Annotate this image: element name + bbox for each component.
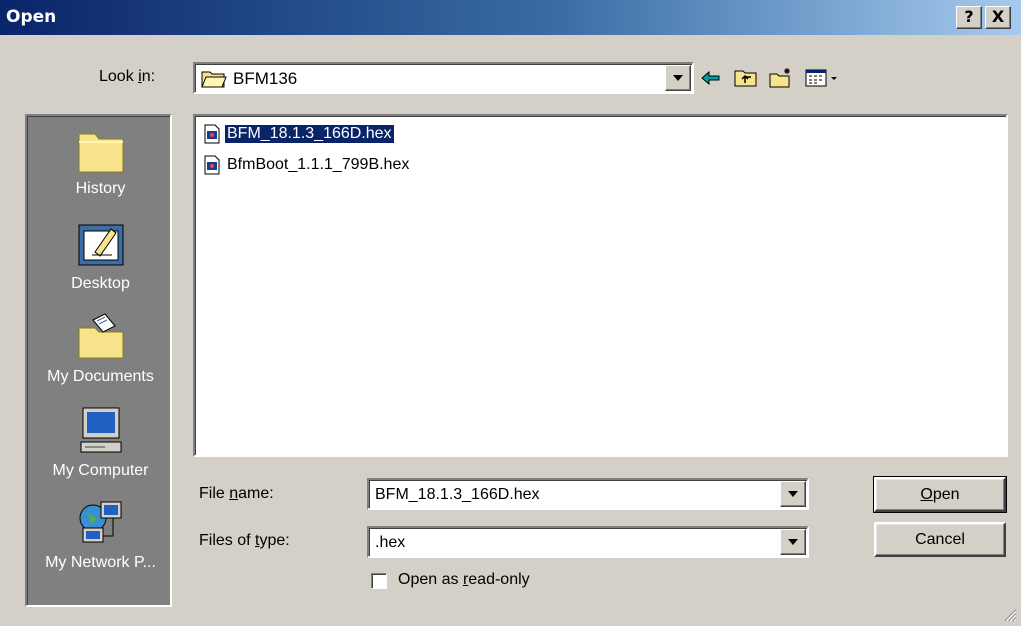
- read-only-checkbox[interactable]: [371, 573, 387, 589]
- window-title: Open: [6, 7, 57, 27]
- file-name-label-key: n: [229, 485, 239, 502]
- place-my-documents-label: My Documents: [47, 368, 154, 385]
- cancel-button[interactable]: Cancel: [874, 522, 1006, 557]
- help-button-label: ?: [964, 7, 974, 26]
- read-only-label-pre: Open as: [398, 571, 463, 588]
- place-my-network-places-label: My Network P...: [45, 554, 156, 571]
- read-only-label[interactable]: Open as read-only: [398, 571, 530, 589]
- file-item-label: BFM_18.1.3_166D.hex: [224, 124, 395, 144]
- file-list[interactable]: BFM_18.1.3_166D.hex BfmBoot_1.1.1_799B.h…: [193, 114, 1008, 457]
- place-desktop[interactable]: Desktop: [27, 219, 174, 293]
- place-my-computer-label: My Computer: [52, 462, 149, 479]
- network-places-icon: [79, 501, 121, 543]
- back-arrow-icon[interactable]: [698, 66, 724, 90]
- look-in-combo[interactable]: BFM136: [193, 62, 694, 94]
- read-only-label-post: ead-only: [468, 571, 530, 588]
- places-bar: History Desktop My Documents My Computer: [25, 114, 172, 607]
- file-name-label-post: ame:: [238, 485, 274, 502]
- look-in-label-pre: Look: [99, 68, 139, 85]
- history-folder-icon: [78, 133, 123, 173]
- file-name-input[interactable]: BFM_18.1.3_166D.hex: [375, 486, 540, 504]
- my-computer-icon: [80, 407, 121, 453]
- file-name-combo[interactable]: BFM_18.1.3_166D.hex: [367, 478, 809, 510]
- look-in-dropdown-button[interactable]: [665, 65, 691, 91]
- open-button-label: pen: [932, 486, 960, 503]
- place-history-label: History: [75, 180, 126, 197]
- hex-file-icon: [204, 155, 220, 175]
- file-item-label: BfmBoot_1.1.1_799B.hex: [227, 156, 410, 173]
- desktop-icon: [78, 224, 123, 266]
- open-button[interactable]: Open: [873, 476, 1007, 513]
- place-my-network-places[interactable]: My Network P...: [27, 498, 174, 572]
- close-button-label: X: [991, 7, 1005, 26]
- open-button-key: O: [920, 486, 933, 503]
- file-name-dropdown-button[interactable]: [780, 481, 806, 507]
- title-bar[interactable]: Open ? X: [0, 0, 1021, 35]
- hex-file-icon: [204, 124, 220, 144]
- file-item[interactable]: BfmBoot_1.1.1_799B.hex: [203, 154, 411, 176]
- view-menu-icon[interactable]: [804, 66, 842, 90]
- up-folder-icon[interactable]: [733, 66, 759, 90]
- file-type-combo[interactable]: .hex: [367, 526, 809, 558]
- open-folder-icon: [201, 71, 227, 88]
- close-button[interactable]: X: [985, 6, 1011, 29]
- help-button[interactable]: ?: [956, 6, 982, 29]
- place-my-documents[interactable]: My Documents: [27, 312, 174, 386]
- place-my-computer[interactable]: My Computer: [27, 406, 174, 480]
- file-type-label-post: ype:: [259, 532, 290, 549]
- file-item[interactable]: BFM_18.1.3_166D.hex: [203, 123, 395, 145]
- cancel-button-label: Cancel: [915, 531, 965, 548]
- file-name-label: File name:: [199, 485, 274, 503]
- file-type-dropdown-button[interactable]: [780, 529, 806, 555]
- file-name-label-pre: File: [199, 485, 230, 502]
- look-in-label-post: n:: [141, 68, 156, 85]
- look-in-value: BFM136: [233, 69, 298, 88]
- resize-grip-icon[interactable]: [1001, 606, 1017, 622]
- file-type-value: .hex: [375, 534, 406, 551]
- new-folder-icon[interactable]: [768, 66, 794, 90]
- file-type-label: Files of type:: [199, 532, 290, 550]
- my-documents-icon: [78, 313, 123, 359]
- look-in-label: Look in:: [99, 68, 155, 86]
- place-desktop-label: Desktop: [71, 275, 130, 292]
- place-history[interactable]: History: [27, 124, 174, 198]
- file-type-label-pre: Files of: [199, 532, 256, 549]
